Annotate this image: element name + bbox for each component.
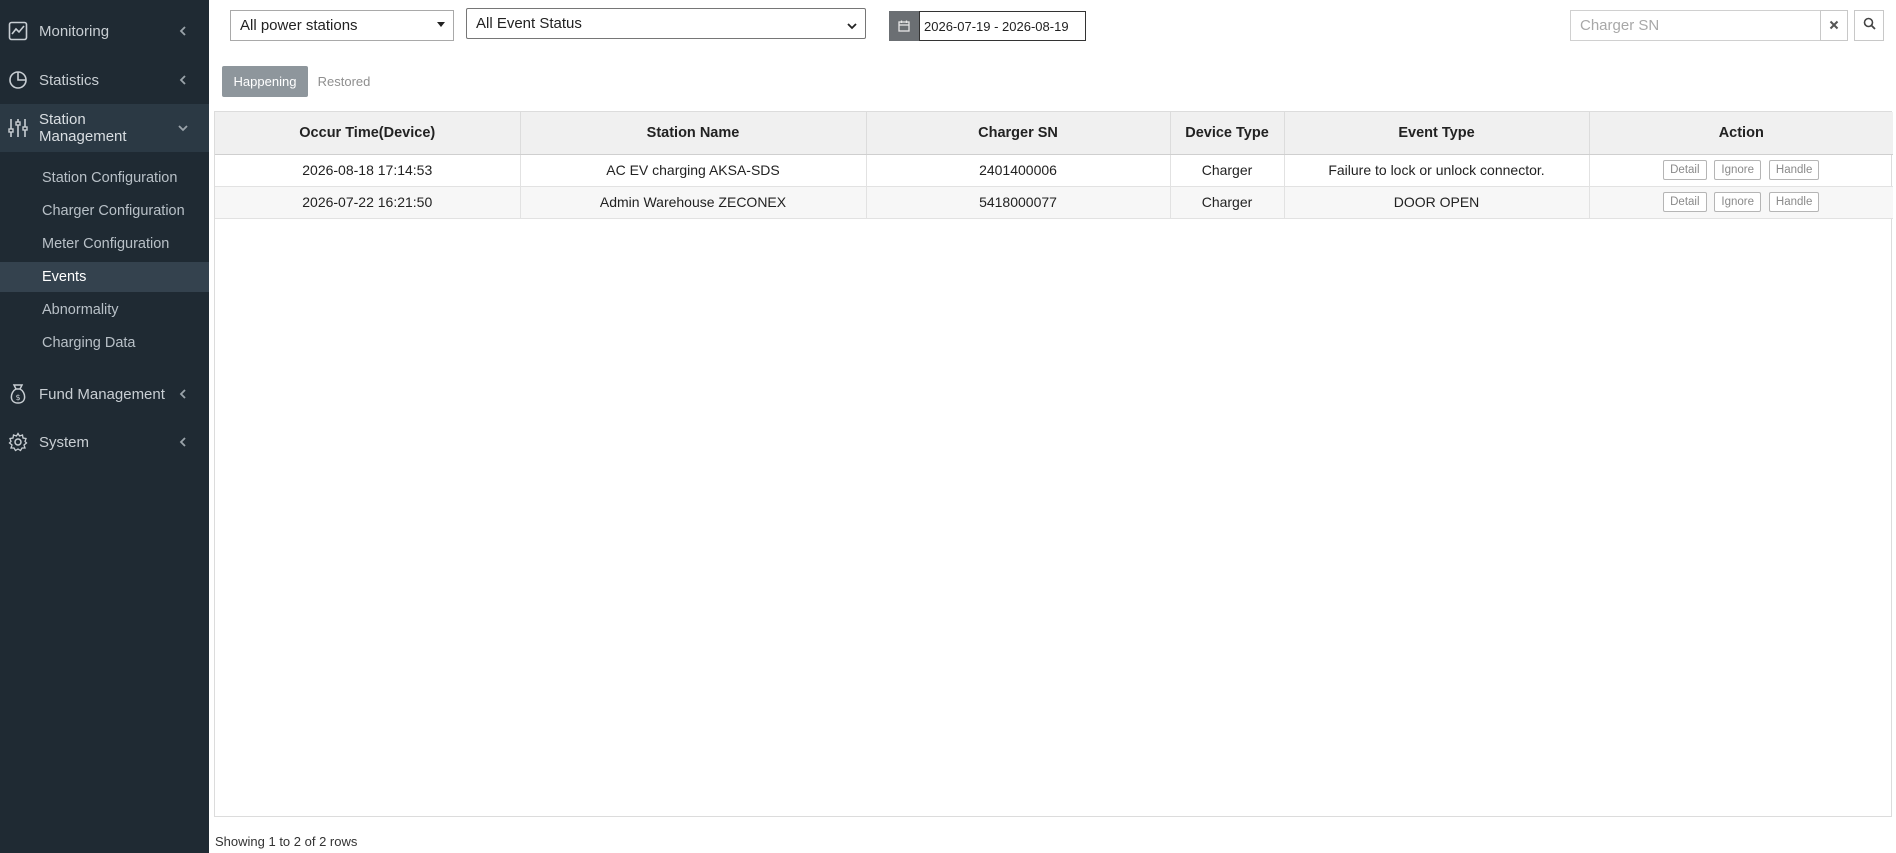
cell-station-name: Admin Warehouse ZECONEX — [520, 186, 867, 219]
sub-item-label: Charger Configuration — [42, 203, 185, 219]
cell-station-name: AC EV charging AKSA-SDS — [520, 154, 867, 187]
column-header-action: Action — [1589, 112, 1893, 155]
sub-item-label: Abnormality — [42, 302, 119, 318]
cell-occur-time: 2026-08-18 17:14:53 — [215, 154, 521, 187]
event-status-select-value: All Event Status — [476, 15, 582, 32]
cell-event-type: DOOR OPEN — [1284, 186, 1590, 219]
cell-charger-sn: 5418000077 — [866, 186, 1171, 219]
gear-icon — [7, 431, 29, 453]
chevron-left-icon — [177, 74, 189, 86]
nav-statistics[interactable]: Statistics — [0, 56, 209, 104]
monitor-chart-icon — [7, 20, 29, 42]
nav-station-management[interactable]: Station Management — [0, 104, 209, 152]
sub-item-charging-data[interactable]: Charging Data — [0, 328, 209, 358]
search-icon — [1863, 17, 1876, 35]
date-range-input[interactable]: 2026-07-19 - 2026-08-19 — [919, 11, 1086, 41]
ignore-button[interactable]: Ignore — [1714, 160, 1762, 180]
sub-item-meter-configuration[interactable]: Meter Configuration — [0, 229, 209, 259]
pie-chart-icon — [7, 69, 29, 91]
search-button[interactable] — [1854, 10, 1884, 41]
power-station-select[interactable]: All power stations — [230, 10, 454, 41]
sub-item-charger-configuration[interactable]: Charger Configuration — [0, 196, 209, 226]
nav-monitoring[interactable]: Monitoring — [0, 7, 209, 55]
sub-item-label: Meter Configuration — [42, 236, 170, 252]
table-header-row: Occur Time(Device) Station Name Charger … — [215, 112, 1893, 155]
charger-sn-input[interactable]: Charger SN — [1570, 10, 1821, 41]
table-row: 2026-07-22 16:21:50 Admin Warehouse ZECO… — [215, 186, 1893, 219]
detail-button[interactable]: Detail — [1663, 160, 1707, 180]
chevron-left-icon — [177, 436, 189, 448]
column-header-occur-time[interactable]: Occur Time(Device) — [215, 112, 521, 155]
sub-item-events[interactable]: Events — [0, 262, 209, 292]
nav-system[interactable]: System — [0, 418, 209, 466]
ignore-button[interactable]: Ignore — [1714, 192, 1762, 212]
nav-system-label: System — [39, 433, 90, 451]
event-status-select[interactable]: All Event Status — [466, 8, 866, 39]
nav-monitoring-label: Monitoring — [39, 22, 110, 40]
tab-restored[interactable]: Restored — [312, 66, 376, 97]
handle-button[interactable]: Handle — [1768, 192, 1820, 212]
cell-event-type: Failure to lock or unlock connector. — [1284, 154, 1590, 187]
column-header-station-name[interactable]: Station Name — [520, 112, 867, 155]
sub-item-label: Station Configuration — [42, 170, 178, 186]
cell-occur-time: 2026-07-22 16:21:50 — [215, 186, 521, 219]
handle-button[interactable]: Handle — [1768, 160, 1820, 180]
cell-charger-sn: 2401400006 — [866, 154, 1171, 187]
nav-statistics-label: Statistics — [39, 71, 100, 89]
caret-down-icon — [437, 22, 445, 27]
date-range-picker[interactable]: 2026-07-19 - 2026-08-19 — [889, 11, 1086, 41]
column-header-device-type[interactable]: Device Type — [1170, 112, 1285, 155]
cell-device-type: Charger — [1170, 186, 1285, 219]
events-table: Occur Time(Device) Station Name Charger … — [214, 111, 1893, 817]
cell-device-type: Charger — [1170, 154, 1285, 187]
sub-item-station-configuration[interactable]: Station Configuration — [0, 163, 209, 193]
sidebar: Monitoring Statistics Station Management… — [0, 0, 209, 853]
chevron-left-icon — [177, 388, 189, 400]
chevron-down-icon — [847, 18, 857, 30]
detail-button[interactable]: Detail — [1663, 192, 1707, 212]
chevron-left-icon — [177, 25, 189, 37]
close-icon — [1829, 17, 1839, 35]
svg-text:$: $ — [15, 393, 20, 402]
money-bag-icon: $ — [7, 383, 29, 405]
clear-button[interactable] — [1820, 10, 1848, 41]
column-header-event-type[interactable]: Event Type — [1284, 112, 1590, 155]
cell-actions: Detail Ignore Handle — [1589, 154, 1893, 187]
chevron-down-icon — [177, 122, 189, 134]
table-row: 2026-08-18 17:14:53 AC EV charging AKSA-… — [215, 154, 1893, 187]
sub-item-abnormality[interactable]: Abnormality — [0, 295, 209, 325]
nav-fund-management-label: Fund Management — [39, 385, 165, 403]
column-header-charger-sn[interactable]: Charger SN — [866, 112, 1171, 155]
cell-actions: Detail Ignore Handle — [1589, 186, 1893, 219]
nav-station-management-label: Station Management — [39, 111, 127, 145]
sub-item-label: Events — [42, 269, 87, 285]
sub-item-label: Charging Data — [42, 335, 136, 351]
calendar-icon[interactable] — [889, 11, 919, 41]
nav-fund-management[interactable]: $ Fund Management — [0, 370, 209, 418]
sliders-icon — [7, 117, 29, 139]
pagination-summary: Showing 1 to 2 of 2 rows — [215, 834, 358, 849]
tab-happening[interactable]: Happening — [222, 66, 308, 97]
power-station-select-value: All power stations — [240, 17, 358, 34]
